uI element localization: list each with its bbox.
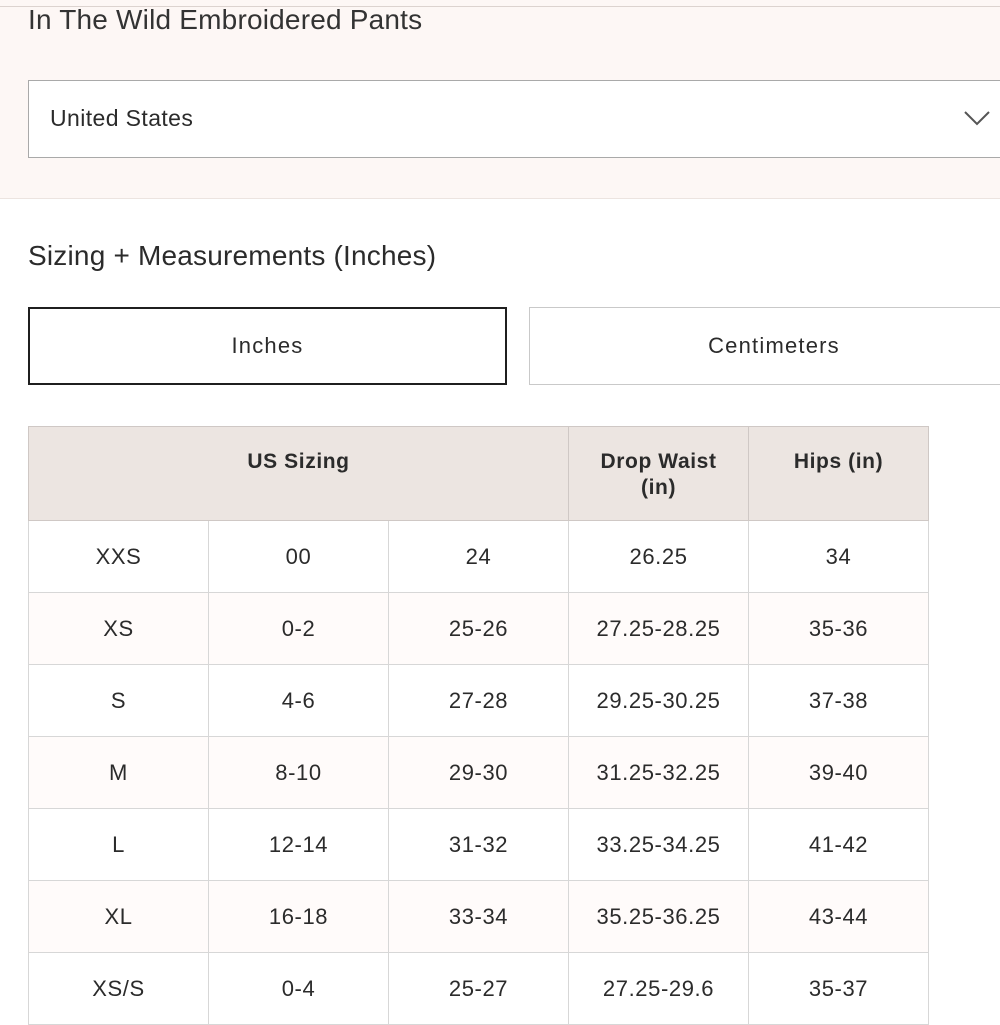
header-us-sizing: US Sizing bbox=[27, 426, 570, 521]
centimeters-toggle-button[interactable]: Centimeters bbox=[529, 307, 1000, 385]
waist-cell: 27-28 bbox=[387, 664, 570, 737]
waist-cell: 33-34 bbox=[387, 880, 570, 953]
section-title: Sizing + Measurements (Inches) bbox=[28, 240, 437, 271]
us-size-cell: 8-10 bbox=[208, 736, 389, 809]
size-cell: XXS bbox=[28, 520, 209, 593]
waist-cell: 25-27 bbox=[387, 952, 570, 1025]
hips-cell: 41-42 bbox=[748, 808, 930, 881]
table-row: XXS 00 24 26.25 34 bbox=[28, 520, 930, 593]
product-title: In The Wild Embroidered Pants bbox=[28, 4, 423, 35]
table-row: M 8-10 29-30 31.25-32.25 39-40 bbox=[28, 736, 930, 809]
hips-cell: 35-36 bbox=[748, 592, 930, 665]
hips-cell: 34 bbox=[748, 520, 930, 593]
us-size-cell: 4-6 bbox=[208, 664, 389, 737]
size-cell: S bbox=[28, 664, 209, 737]
table-row: XL 16-18 33-34 35.25-36.25 43-44 bbox=[28, 880, 930, 953]
drop-waist-cell: 26.25 bbox=[568, 520, 750, 593]
chevron-down-icon[interactable] bbox=[963, 109, 991, 127]
waist-cell: 31-32 bbox=[387, 808, 570, 881]
drop-waist-cell: 27.25-29.6 bbox=[568, 952, 750, 1025]
header-hips: Hips (in) bbox=[748, 426, 930, 521]
hips-cell: 39-40 bbox=[748, 736, 930, 809]
size-cell: XL bbox=[28, 880, 209, 953]
waist-cell: 29-30 bbox=[387, 736, 570, 809]
size-cell: XS/S bbox=[28, 952, 209, 1025]
us-size-cell: 00 bbox=[208, 520, 389, 593]
waist-cell: 25-26 bbox=[387, 592, 570, 665]
header-drop-waist-label: Drop Waist (in) bbox=[600, 450, 717, 499]
table-row: XS 0-2 25-26 27.25-28.25 35-36 bbox=[28, 592, 930, 665]
us-size-cell: 0-2 bbox=[208, 592, 389, 665]
hips-cell: 37-38 bbox=[748, 664, 930, 737]
country-select[interactable]: United States bbox=[28, 80, 1000, 158]
size-cell: L bbox=[28, 808, 209, 881]
drop-waist-cell: 29.25-30.25 bbox=[568, 664, 750, 737]
table-row: L 12-14 31-32 33.25-34.25 41-42 bbox=[28, 808, 930, 881]
header-drop-waist: Drop Waist (in) bbox=[568, 426, 750, 521]
us-size-cell: 16-18 bbox=[208, 880, 389, 953]
country-select-value: United States bbox=[50, 105, 194, 131]
hips-cell: 35-37 bbox=[748, 952, 930, 1025]
waist-cell: 24 bbox=[387, 520, 570, 593]
drop-waist-cell: 27.25-28.25 bbox=[568, 592, 750, 665]
us-size-cell: 0-4 bbox=[208, 952, 389, 1025]
table-row: XS/S 0-4 25-27 27.25-29.6 35-37 bbox=[28, 952, 930, 1025]
table-header-row: US Sizing Drop Waist (in) Hips (in) bbox=[27, 426, 930, 521]
drop-waist-cell: 33.25-34.25 bbox=[568, 808, 750, 881]
size-cell: M bbox=[28, 736, 209, 809]
size-chart-table: US Sizing Drop Waist (in) Hips (in) XXS … bbox=[27, 426, 930, 1025]
size-cell: XS bbox=[28, 592, 209, 665]
table-row: S 4-6 27-28 29.25-30.25 37-38 bbox=[28, 664, 930, 737]
hips-cell: 43-44 bbox=[748, 880, 930, 953]
drop-waist-cell: 35.25-36.25 bbox=[568, 880, 750, 953]
product-header-panel: In The Wild Embroidered Pants United Sta… bbox=[0, 0, 1000, 199]
drop-waist-cell: 31.25-32.25 bbox=[568, 736, 750, 809]
us-size-cell: 12-14 bbox=[208, 808, 389, 881]
inches-toggle-button[interactable]: Inches bbox=[28, 307, 507, 385]
